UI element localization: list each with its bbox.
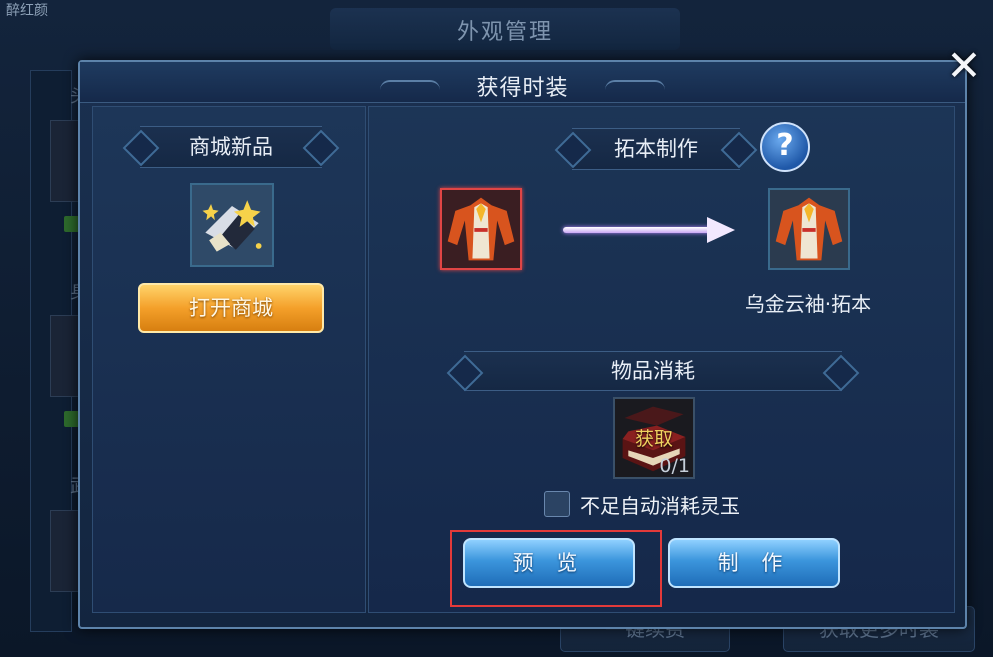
craft-arrow: [563, 227, 713, 233]
mall-new-header: 商城新品: [140, 126, 322, 168]
source-costume-slot[interactable]: [440, 188, 522, 270]
auto-consume-label: 不足自动消耗灵玉: [580, 494, 740, 518]
dialog-title: 获得时装: [476, 76, 569, 101]
consume-item-count: 0/1: [659, 455, 690, 477]
result-item-name: 乌金云袖·拓本: [744, 292, 872, 316]
mall-item-icon[interactable]: [190, 183, 274, 267]
rubbing-craft-header: 拓本制作: [572, 128, 740, 170]
make-button[interactable]: 制 作: [668, 538, 840, 588]
robe-icon: [770, 190, 848, 268]
background-title: 外观管理: [456, 20, 553, 45]
robe-icon: [442, 190, 520, 268]
background-top-label: 醉红颜: [6, 3, 48, 19]
open-mall-button[interactable]: 打开商城: [138, 283, 324, 333]
craft-arrow-head: [707, 217, 735, 243]
auto-consume-checkbox[interactable]: [544, 491, 570, 517]
dialog-title-bar: 获得时装: [80, 62, 965, 103]
close-icon[interactable]: ✕: [942, 44, 986, 88]
preview-highlight-box: [450, 530, 662, 607]
item-consume-header: 物品消耗: [464, 351, 842, 391]
consume-item-label: 获取: [634, 428, 673, 450]
result-costume-slot[interactable]: [768, 188, 850, 270]
question-icon[interactable]: ?: [760, 122, 810, 172]
